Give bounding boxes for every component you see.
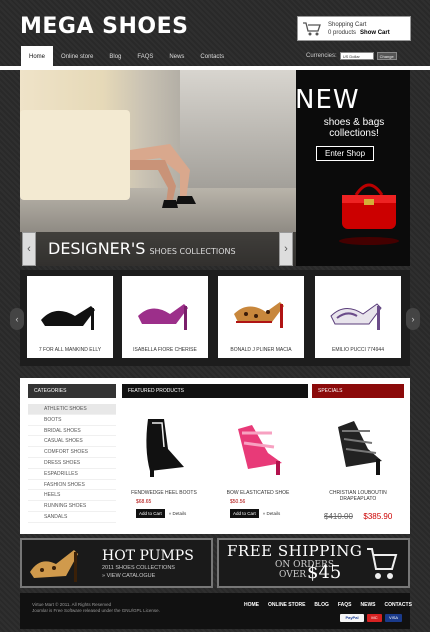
free-shipping-title: FREE SHIPPING	[227, 542, 363, 560]
nav-contacts[interactable]: Contacts	[192, 46, 232, 68]
carousel-prev-button[interactable]: ‹	[10, 308, 24, 330]
paypal-icon: PayPal	[340, 614, 364, 622]
special-product: Christian Louboutin Drapeaplato $410.00 …	[318, 404, 398, 524]
footer-nav: HOME ONLINE STORE BLOG FAQS NEWS CONTACT…	[244, 602, 412, 608]
carousel-item[interactable]: Emilio Pucci 774944	[315, 276, 401, 358]
footer-copyright: Virtue Mart © 2011. All Rights Reserved …	[32, 602, 160, 614]
footer-nav-contacts[interactable]: CONTACTS	[385, 602, 412, 608]
footer-nav-faqs[interactable]: FAQS	[338, 602, 352, 608]
nav-online-store[interactable]: Online store	[53, 46, 101, 68]
category-item[interactable]: Running Shoes	[28, 501, 116, 512]
categories-list: Athletic Shoes Boots Bridal Shoes Casual…	[28, 404, 116, 523]
carousel-item[interactable]: Bonald J Pliner Macia	[218, 276, 304, 358]
hot-pumps-promo[interactable]: HOT PUMPS 2011 SHOES COLLECTIONS » VIEW …	[20, 538, 213, 588]
carousel-caption: 7 For All Mankind Elly	[38, 347, 102, 353]
product-price: $50.56	[230, 499, 246, 505]
currency-change-button[interactable]: Change	[376, 52, 397, 60]
nav-home[interactable]: Home	[21, 46, 54, 68]
shopping-cart-icon	[367, 548, 398, 579]
footer-nav-news[interactable]: NEWS	[361, 602, 376, 608]
license-line[interactable]: Joomla! is Free Software released under …	[32, 608, 160, 614]
free-shipping-amount: $45	[307, 562, 342, 583]
banner-title-text: DESIGNER'S	[48, 239, 146, 258]
nav-blog[interactable]: Blog	[101, 46, 129, 68]
purple-pump-icon	[138, 304, 188, 330]
hero-banner-title: DESIGNER'S SHOES COLLECTIONS	[48, 239, 236, 258]
free-shipping-over: OVER	[279, 570, 307, 580]
category-item[interactable]: Sandals	[28, 512, 116, 523]
legs-heels-image	[130, 144, 196, 208]
footer-nav-home[interactable]: HOME	[244, 602, 259, 608]
product-price: $68.65	[136, 499, 152, 505]
product-name[interactable]: Fendwedge Heel Boots	[124, 490, 204, 496]
carousel-caption: Emilio Pucci 774944	[332, 347, 384, 353]
featured-product: Bow Elasticated Shoe $50.56 Add to Cart …	[218, 404, 298, 524]
category-item[interactable]: Comfort Shoes	[28, 447, 116, 458]
product-name[interactable]: Bow Elasticated Shoe	[218, 490, 298, 496]
cart-icon	[303, 21, 321, 35]
category-item[interactable]: Espadrilles	[28, 469, 116, 480]
shopping-cart-box[interactable]: Shopping Cart 0 products Show Cart	[297, 16, 411, 41]
footer-nav-blog[interactable]: BLOG	[314, 602, 328, 608]
black-strappy-heel-image	[338, 421, 382, 475]
featured-header: Featured Products	[122, 384, 308, 398]
leopard-heel-image	[30, 550, 78, 582]
currency-select[interactable]: US Dollar	[339, 52, 374, 60]
red-handbag-image	[339, 183, 399, 245]
currency-switcher: Currencies: US Dollar Change	[306, 52, 397, 60]
mastercard-icon: MC	[367, 614, 382, 622]
category-item[interactable]: Athletic Shoes	[28, 404, 116, 415]
categories-header: Categories	[28, 384, 116, 398]
category-item[interactable]: Boots	[28, 415, 116, 426]
details-link[interactable]: » Details	[169, 511, 187, 516]
carousel-item[interactable]: Isabella Fiore Cherise	[122, 276, 208, 358]
hero-prev-button[interactable]: ‹	[22, 232, 36, 266]
carousel-item[interactable]: 7 For All Mankind Elly	[27, 276, 113, 358]
category-item[interactable]: Bridal Shoes	[28, 426, 116, 437]
free-shipping-promo[interactable]: FREE SHIPPING ON ORDERS OVER $45	[217, 538, 410, 588]
featured-product: Fendwedge Heel Boots $68.65 Add to Cart …	[124, 404, 204, 524]
nav-faqs[interactable]: FAQS	[129, 46, 161, 68]
carousel-caption: Bonald J Pliner Macia	[230, 347, 292, 353]
special-new-price: $385.90	[363, 512, 393, 521]
view-catalogue-link[interactable]: » VIEW CATALOGUE	[102, 573, 155, 579]
site-logo[interactable]: MEGA SHOES	[20, 14, 189, 39]
hero-next-button[interactable]: ›	[279, 232, 293, 266]
hot-pumps-title: HOT PUMPS	[102, 548, 194, 564]
enter-shop-button[interactable]: Enter Shop	[316, 146, 374, 161]
add-to-cart-button[interactable]: Add to Cart	[136, 509, 165, 518]
category-item[interactable]: Casual Shoes	[28, 436, 116, 448]
nav-news[interactable]: News	[161, 46, 192, 68]
hero-new-subtitle: shoes & bags collections!	[323, 117, 385, 139]
banner-subtitle: SHOES COLLECTIONS	[149, 247, 236, 256]
details-link[interactable]: » Details	[263, 511, 281, 516]
hero-new-title: NEW	[295, 85, 360, 115]
category-item[interactable]: Heels	[28, 490, 116, 502]
pattern-pump-icon	[330, 303, 382, 330]
show-cart-link[interactable]: Show Cart	[360, 30, 390, 36]
leopard-pump-icon	[234, 302, 284, 328]
category-item[interactable]: Dress Shoes	[28, 458, 116, 469]
black-pump-icon	[41, 306, 95, 330]
visa-icon: VISA	[385, 614, 402, 622]
footer-nav-online-store[interactable]: ONLINE STORE	[268, 602, 305, 608]
hot-pumps-subtitle: 2011 SHOES COLLECTIONS	[102, 565, 175, 571]
currency-label: Currencies:	[306, 53, 337, 59]
cart-count: 0 products	[328, 29, 357, 36]
main-nav: Home Online store Blog FAQS News Contact…	[21, 46, 232, 68]
category-item[interactable]: Fashion Shoes	[28, 480, 116, 491]
specials-header: Specials	[312, 384, 404, 398]
carousel-next-button[interactable]: ›	[406, 308, 420, 330]
black-sandal-image	[146, 419, 184, 477]
special-old-price: $410.00	[324, 512, 353, 521]
add-to-cart-button[interactable]: Add to Cart	[230, 509, 259, 518]
pink-sandal-image	[238, 425, 282, 475]
carousel-caption: Isabella Fiore Cherise	[133, 347, 197, 353]
product-name[interactable]: Christian Louboutin Drapeaplato	[318, 490, 398, 502]
cart-title: Shopping Cart	[328, 21, 367, 28]
